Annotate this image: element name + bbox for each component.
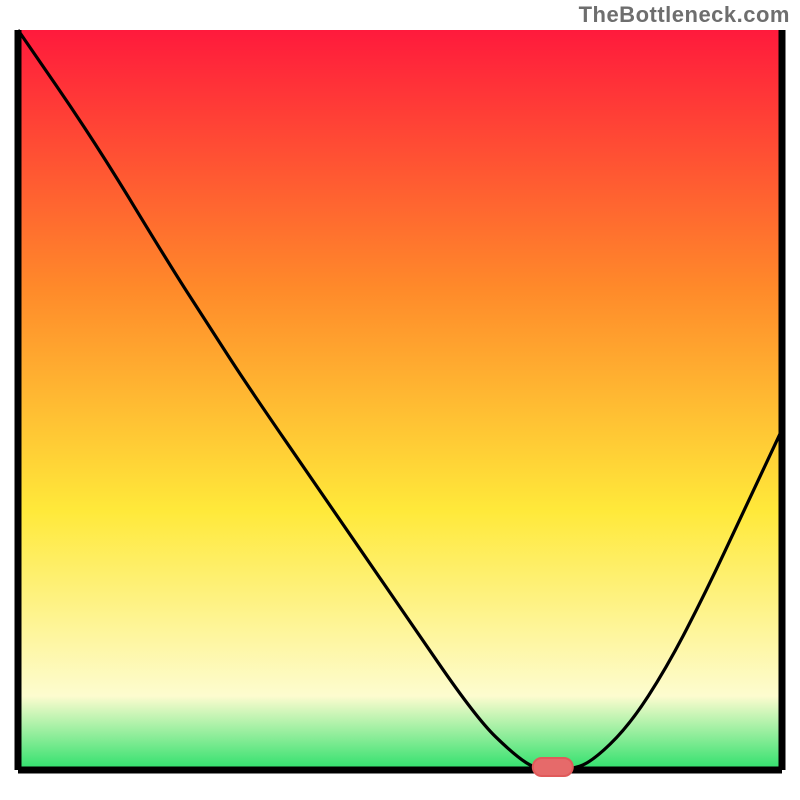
plot-background [18,30,782,770]
optimal-marker [533,758,573,776]
chart-canvas: TheBottleneck.com [0,0,800,800]
bottleneck-chart [0,0,800,800]
